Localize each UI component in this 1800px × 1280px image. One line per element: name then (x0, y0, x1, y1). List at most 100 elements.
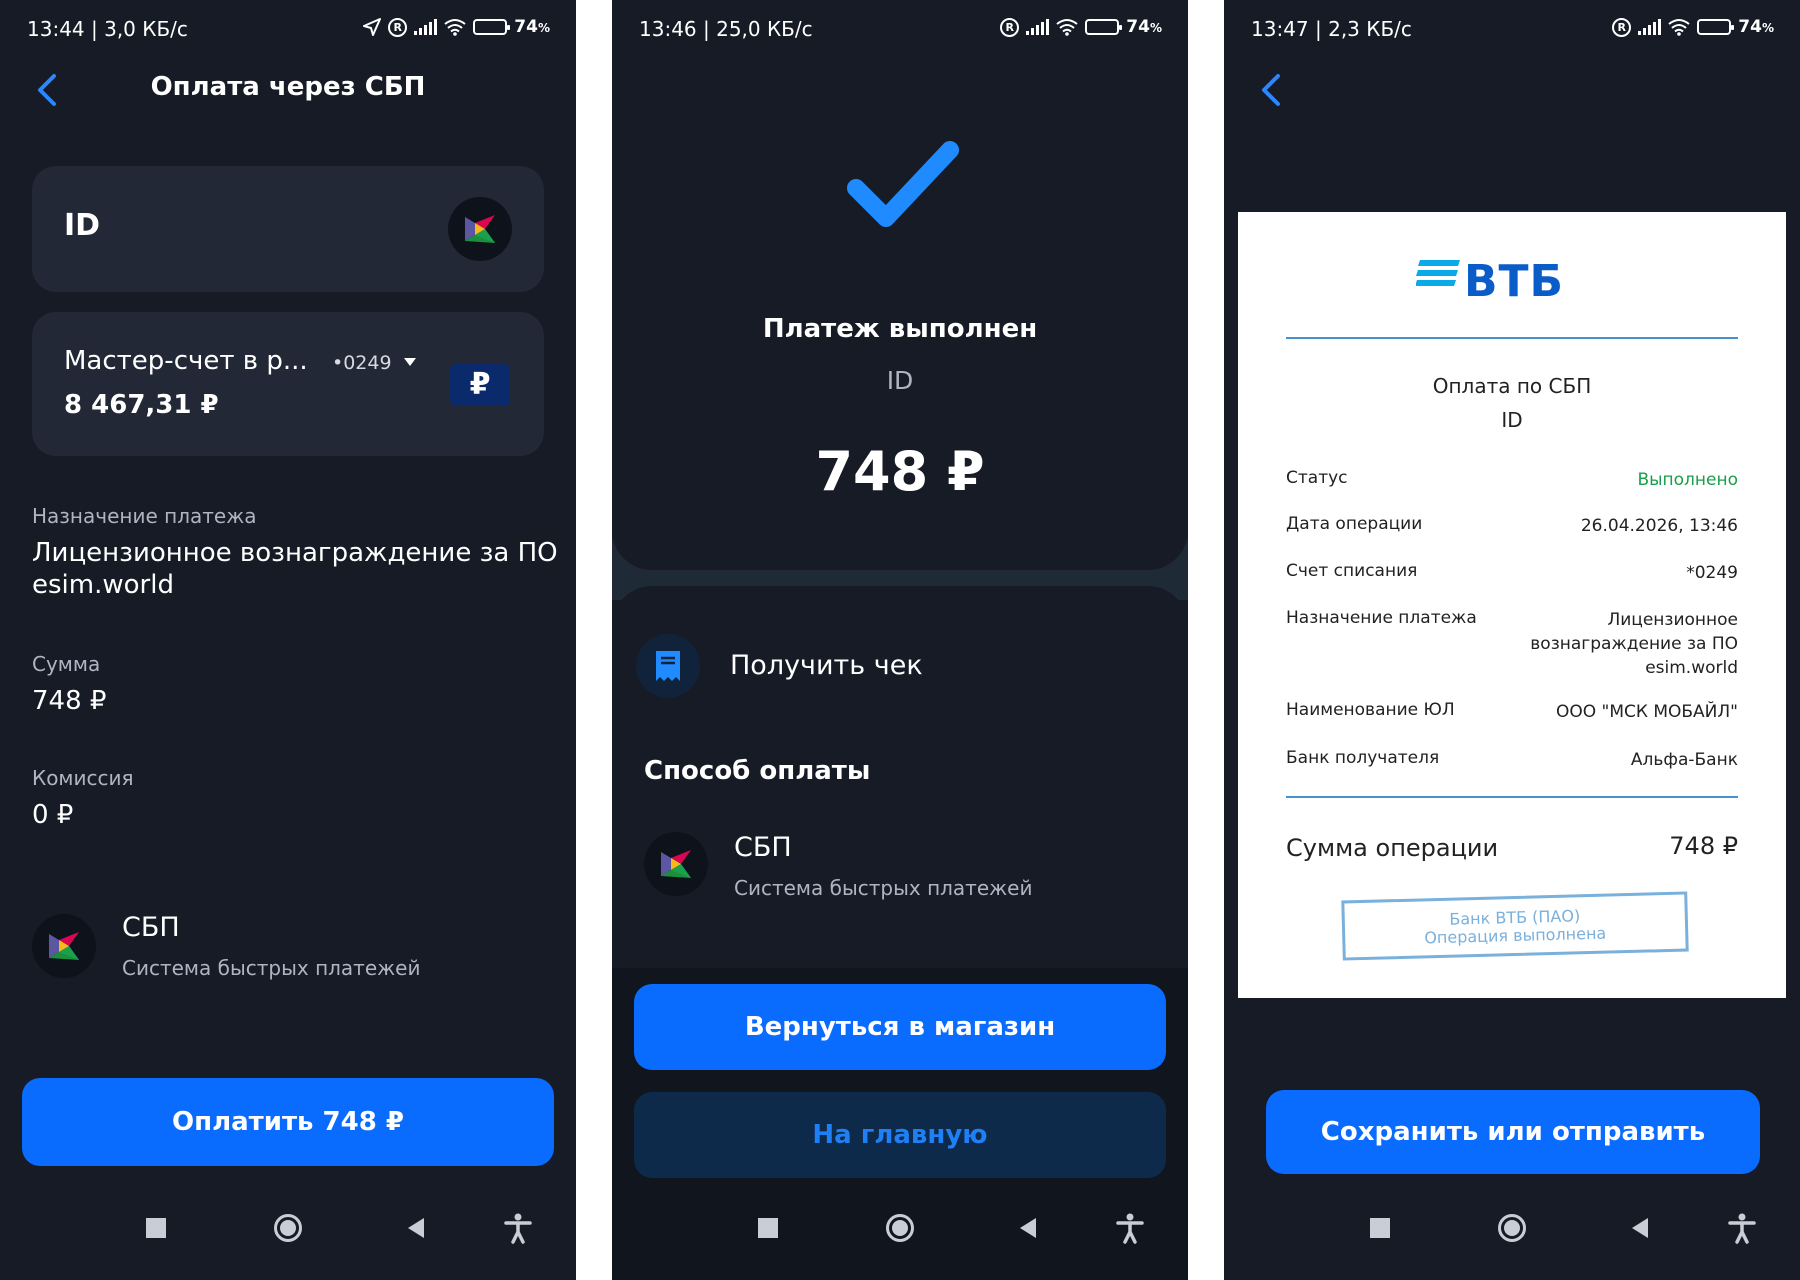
recents-button[interactable] (140, 1212, 172, 1244)
divider (1286, 796, 1738, 798)
checkmark-icon (847, 141, 959, 227)
commission-value: 0 ₽ (32, 800, 74, 830)
back-nav-button[interactable] (1014, 1212, 1046, 1244)
row-key: Банк получателя (1286, 748, 1440, 768)
row-key: Счет списания (1286, 561, 1418, 581)
roaming-icon: R (1612, 17, 1632, 37)
wifi-icon (1056, 19, 1078, 36)
method-name: СБП (734, 832, 792, 863)
recipient-id: ID (886, 366, 914, 395)
receipt-title: Оплата по СБП (1432, 374, 1592, 398)
method-name: СБП (122, 912, 180, 943)
status-bar: 13:46 | 25,0 КБ/с R 74% (612, 0, 1188, 56)
receipt-row-purpose: Назначение платежа Лицензионное вознагра… (1286, 608, 1738, 688)
bank-stamp: Банк ВТБ (ПАО) Операция выполнена (1341, 891, 1689, 961)
purpose-value-line1: Лицензионное вознаграждение за ПО (32, 538, 558, 568)
method-description: Система быстрых платежей (734, 876, 1033, 900)
status-time: 13:47 | 2,3 КБ/с (1251, 17, 1412, 41)
home-nav-button[interactable] (1496, 1212, 1528, 1244)
battery-percent: 74 (514, 17, 538, 37)
row-value: Выполнено (1637, 470, 1738, 490)
roaming-icon: R (388, 17, 408, 37)
row-value: *0249 (1686, 563, 1738, 583)
row-key: Наименование ЮЛ (1286, 700, 1455, 720)
row-value-line3: esim.world (1645, 658, 1738, 678)
account-card[interactable]: Мастер-счет в р... •0249 8 467,31 ₽ ₽ (32, 312, 544, 456)
wifi-icon (444, 19, 466, 36)
page-title: Оплата через СБП (150, 72, 426, 102)
save-or-share-button[interactable]: Сохранить или отправить (1266, 1090, 1760, 1174)
purpose-label: Назначение платежа (32, 504, 257, 528)
system-nav-bar (1224, 1184, 1800, 1280)
battery-icon (1085, 19, 1123, 35)
battery-percent: 74 (1126, 17, 1150, 37)
account-number: •0249 (332, 352, 392, 374)
get-receipt-label: Получить чек (730, 650, 923, 681)
recipient-id: ID (64, 208, 101, 243)
home-button[interactable]: На главную (634, 1092, 1166, 1178)
battery-level: 74% (514, 17, 550, 37)
receipt-screen: 13:47 | 2,3 КБ/с R 74% ВТБ Оплата по СБП… (1224, 0, 1800, 1280)
method-section-title: Способ оплаты (644, 756, 871, 786)
back-nav-button[interactable] (1626, 1212, 1658, 1244)
sbp-logo-icon (32, 914, 96, 978)
signal-icon (414, 19, 438, 35)
accessibility-icon[interactable] (1726, 1212, 1758, 1244)
home-nav-button[interactable] (884, 1212, 916, 1244)
total-label: Сумма операции (1286, 834, 1499, 862)
row-value: ООО "МСК МОБАЙЛ" (1555, 702, 1738, 722)
system-nav-bar (0, 1184, 576, 1280)
status-bar: 13:47 | 2,3 КБ/с R 74% (1224, 0, 1800, 56)
row-value: 26.04.2026, 13:46 (1580, 516, 1738, 536)
account-balance: 8 467,31 ₽ (64, 390, 219, 420)
commission-label: Комиссия (32, 766, 134, 790)
row-key: Дата операции (1286, 514, 1423, 534)
battery-percent: 74 (1738, 17, 1762, 37)
battery-level: 74% (1126, 17, 1162, 37)
battery-icon (1697, 19, 1735, 35)
total-value: 748 ₽ (1669, 832, 1738, 860)
accessibility-icon[interactable] (1114, 1212, 1146, 1244)
vtb-logo: ВТБ (1416, 256, 1616, 316)
chevron-down-icon[interactable] (404, 358, 416, 366)
account-name: Мастер-счет в р... (64, 346, 308, 376)
back-nav-button[interactable] (402, 1212, 434, 1244)
row-value: Альфа-Банк (1630, 750, 1738, 770)
battery-unit: % (537, 21, 550, 35)
signal-icon (1638, 19, 1662, 35)
vtb-stripes-icon (1416, 260, 1460, 286)
battery-unit: % (1149, 21, 1162, 35)
wifi-icon (1668, 19, 1690, 36)
amount-value: 748 ₽ (32, 686, 107, 716)
receipt-icon (636, 634, 700, 698)
method-description: Система быстрых платежей (122, 956, 421, 980)
accessibility-icon[interactable] (502, 1212, 534, 1244)
roaming-icon: R (1000, 17, 1020, 37)
status-time: 13:46 | 25,0 КБ/с (639, 17, 813, 41)
status-time: 13:44 | 3,0 КБ/с (27, 17, 188, 41)
home-nav-button[interactable] (272, 1212, 304, 1244)
vtb-logo-text: ВТБ (1464, 256, 1565, 307)
location-icon (363, 18, 382, 36)
signal-icon (1026, 19, 1050, 35)
pay-button[interactable]: Оплатить 748 ₽ (22, 1078, 554, 1166)
row-key: Назначение платежа (1286, 608, 1477, 628)
amount-label: Сумма (32, 652, 101, 676)
receipt-document: ВТБ Оплата по СБП ID Статус Выполнено Дат… (1238, 212, 1786, 998)
recents-button[interactable] (752, 1212, 784, 1244)
row-value-line1: Лицензионное (1607, 610, 1738, 630)
payment-screen: 13:44 | 3,0 КБ/с R 74% Оплата через СБП … (0, 0, 576, 1280)
payment-success-screen: 13:46 | 25,0 КБ/с R 74% Платеж выполнен … (612, 0, 1188, 1280)
divider (1286, 337, 1738, 339)
ruble-card-icon: ₽ (450, 364, 510, 406)
recipient-card[interactable]: ID (32, 166, 544, 292)
back-arrow-icon[interactable] (1256, 72, 1286, 108)
back-to-shop-button[interactable]: Вернуться в магазин (634, 984, 1166, 1070)
receipt-recipient: ID (1501, 408, 1523, 432)
recents-button[interactable] (1364, 1212, 1396, 1244)
purpose-value-line2: esim.world (32, 570, 174, 600)
row-key: Статус (1286, 468, 1348, 488)
sbp-logo-icon (644, 832, 708, 896)
status-bar: 13:44 | 3,0 КБ/с R 74% (0, 0, 576, 56)
success-amount: 748 ₽ (815, 440, 985, 503)
